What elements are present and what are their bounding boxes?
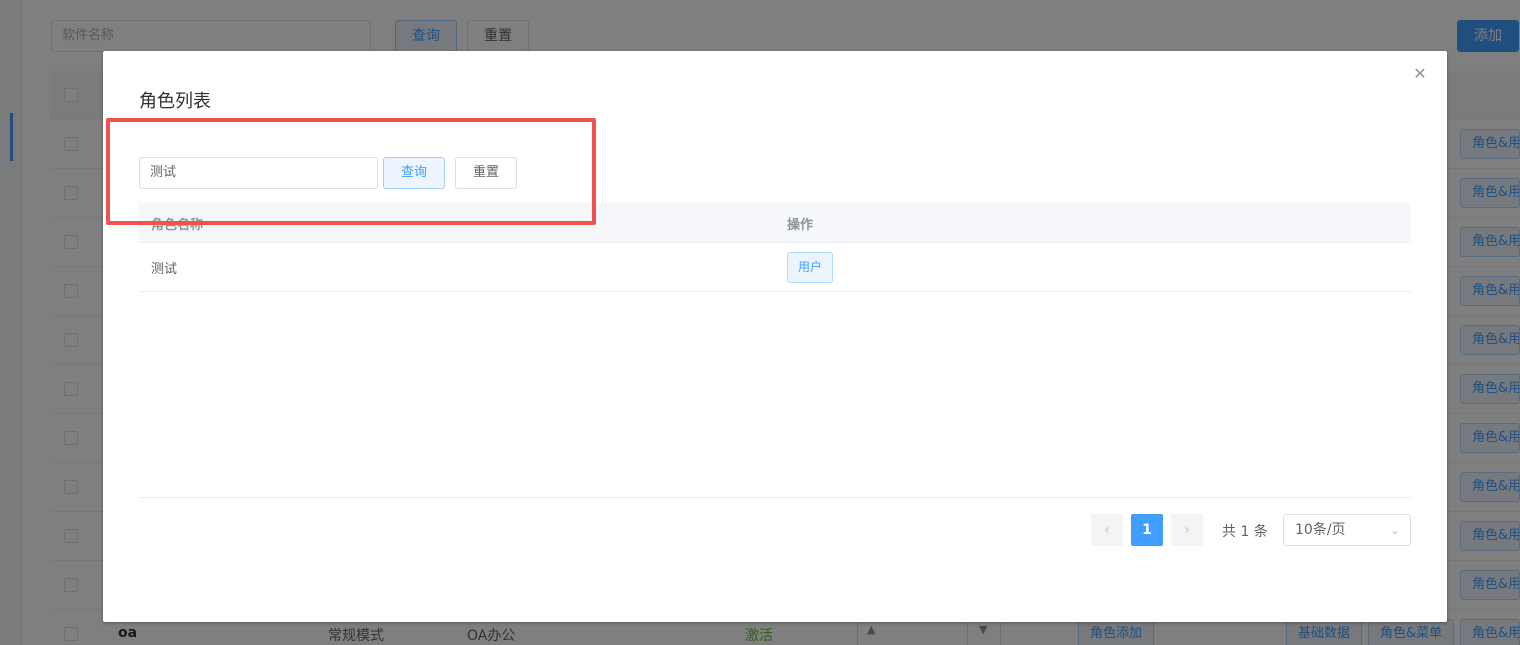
dialog-title: 角色列表 (139, 91, 211, 112)
close-icon[interactable]: ✕ (1410, 64, 1430, 84)
user-button[interactable]: 用户 (787, 252, 833, 283)
role-name-cell: 测试 (151, 262, 178, 277)
divider (139, 497, 1411, 498)
reset-button[interactable]: 重置 (455, 157, 517, 189)
role-list-dialog: 角色列表 ✕ 测试 查询 重置 角色名称 操作 测试 用户 ‹ 1 › 共 1 … (103, 51, 1447, 622)
page-size-select[interactable]: 10条/页 ⌄ (1283, 514, 1411, 546)
chevron-down-icon: ⌄ (1389, 523, 1400, 537)
table-row: 测试 用户 (139, 243, 1411, 292)
chevron-right-icon[interactable]: › (1171, 514, 1203, 546)
page-number-current[interactable]: 1 (1131, 514, 1163, 546)
table-header: 角色名称 操作 (139, 203, 1411, 243)
query-button[interactable]: 查询 (383, 157, 445, 189)
page-size-value: 10条/页 (1295, 522, 1346, 538)
column-header-role-name: 角色名称 (151, 218, 204, 233)
pagination-total: 共 1 条 (1222, 524, 1268, 540)
role-name-search-input[interactable]: 测试 (139, 157, 378, 189)
chevron-left-icon[interactable]: ‹ (1091, 514, 1123, 546)
role-table: 角色名称 操作 测试 用户 (139, 203, 1411, 292)
column-header-actions: 操作 (787, 218, 814, 233)
